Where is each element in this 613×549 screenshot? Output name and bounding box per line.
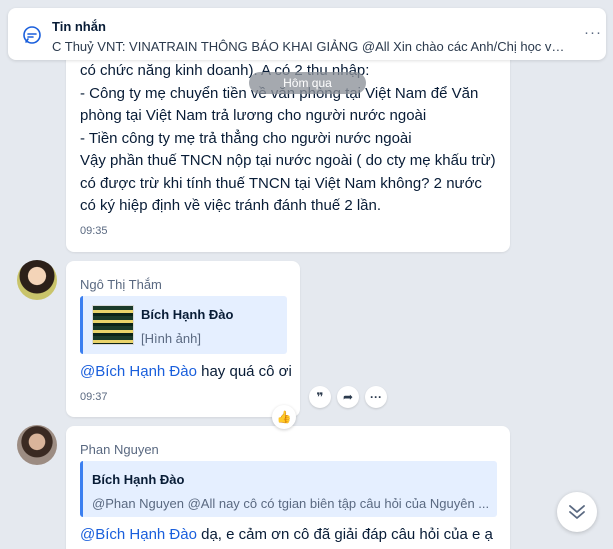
message-line: Vậy phần thuế TNCN nộp tại nước ngoài ( … [80, 152, 496, 169]
quote-reply-icon[interactable]: ❞ [309, 386, 331, 408]
mention-link[interactable]: @Bích Hạnh Đào [80, 363, 197, 380]
message-line: - Tiền công ty mẹ trả thẳng cho người nư… [80, 129, 412, 147]
quoted-message[interactable]: Bích Hạnh Đào [Hình ảnh] [80, 296, 287, 354]
quoted-message[interactable]: Bích Hạnh Đào @Phan Nguyen @All nay cô c… [80, 461, 497, 517]
message-line: có ký hiệp định về việc tránh đánh thuế … [80, 197, 382, 214]
quoted-sender: Bích Hạnh Đào [92, 472, 185, 487]
message-bubble[interactable]: Phan Nguyen Bích Hạnh Đào @Phan Nguyen @… [66, 426, 510, 549]
avatar[interactable] [17, 425, 57, 465]
pinned-message-preview: C Thuỷ VNT: VINATRAIN THÔNG BÁO KHAI GIẢ… [52, 39, 566, 54]
sender-name: Ngô Thị Thắm [80, 277, 162, 292]
quoted-sender: Bích Hạnh Đào [141, 307, 234, 322]
message-line: phòng tại Việt Nam trả lương cho người n… [80, 107, 427, 124]
message-body: hay quá cô ơi [196, 363, 292, 380]
more-options-icon[interactable]: ··· [582, 22, 604, 44]
message-time: 09:35 [80, 225, 108, 237]
double-chevron-down-icon [569, 505, 585, 519]
share-icon[interactable]: ➦ [337, 386, 359, 408]
more-actions-icon[interactable]: ··· [365, 386, 387, 408]
quoted-content: @Phan Nguyen @All nay cô có tgian biên t… [92, 496, 490, 511]
message-bubble[interactable]: Ngô Thị Thắm Bích Hạnh Đào [Hình ảnh] @B… [66, 261, 300, 417]
message-body: dạ, e cảm ơn cô đã giải đáp câu hỏi của … [196, 526, 493, 543]
scroll-to-bottom-button[interactable] [557, 492, 597, 532]
message-text: @Bích Hạnh Đào dạ, e cảm ơn cô đã giải đ… [80, 526, 493, 543]
pinned-bar-title: Tin nhắn [52, 19, 106, 34]
quoted-image-thumbnail [92, 305, 134, 345]
like-reaction-icon[interactable]: 👍 [272, 405, 296, 429]
message-line: có được trừ khi tính thuế TNCN tại Việt … [80, 174, 482, 192]
sender-name: Phan Nguyen [80, 442, 159, 457]
mention-link[interactable]: @Bích Hạnh Đào [80, 526, 197, 543]
quoted-content: [Hình ảnh] [141, 331, 201, 346]
message-time: 09:37 [80, 391, 108, 403]
date-divider: Hôm qua [249, 72, 366, 94]
message-text: @Bích Hạnh Đào hay quá cô ơi [80, 363, 292, 380]
avatar[interactable] [17, 260, 57, 300]
pinned-message-bar[interactable]: Tin nhắn C Thuỷ VNT: VINATRAIN THÔNG BÁO… [8, 8, 606, 60]
chat-bubble-icon [23, 26, 41, 44]
